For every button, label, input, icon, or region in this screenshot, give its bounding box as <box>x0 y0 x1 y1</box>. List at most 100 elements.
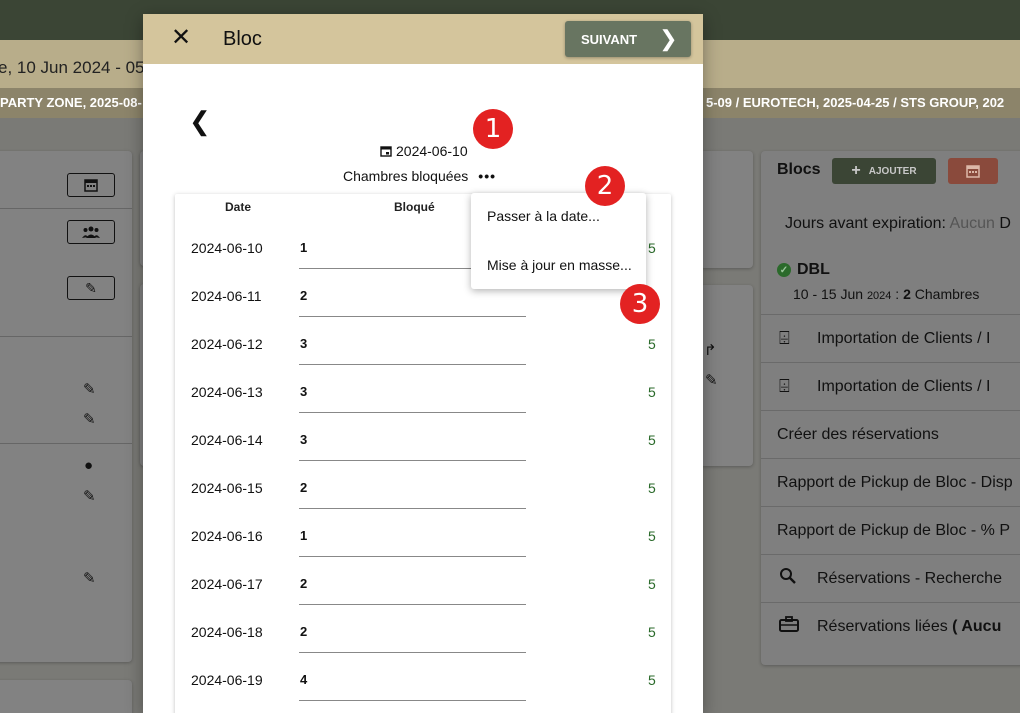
panel-row-reservations-search[interactable]: Réservations - Recherche <box>761 554 1020 602</box>
row-date: 2024-06-13 <box>191 384 263 400</box>
blocked-input[interactable]: 3 <box>300 384 307 399</box>
blocs-panel: Blocs + AJOUTER Jours avant expiration: … <box>761 151 1020 665</box>
panel-row-label: Créer des réservations <box>777 425 939 443</box>
forward-icon[interactable]: ↱ <box>704 341 717 359</box>
panel-row-label: Réservations liées ( Aucu <box>817 618 1001 636</box>
search-icon <box>761 567 817 590</box>
blocked-input[interactable]: 3 <box>300 432 307 447</box>
blocked-rooms-title: Chambres bloquées <box>343 168 469 184</box>
groups-right-text: 5-09 / EUROTECH, 2025-04-25 / STS GROUP,… <box>706 95 1005 110</box>
row-available: 5 <box>648 432 656 448</box>
pencil-icon[interactable]: ✎ <box>83 487 96 505</box>
range-year: 2024 <box>866 290 892 302</box>
linked-label: Réservations liées <box>817 617 953 635</box>
add-bloc-button[interactable]: + AJOUTER <box>832 158 936 184</box>
next-label: SUIVANT <box>581 31 638 47</box>
group-button[interactable] <box>67 220 115 244</box>
blocked-input[interactable]: 1 <box>300 240 307 255</box>
menu-item-goto-date[interactable]: Passer à la date... <box>487 208 600 224</box>
blocked-rooms-header: Chambres bloquées ••• <box>343 168 496 184</box>
calendar-icon <box>84 179 98 192</box>
input-underline <box>299 556 526 557</box>
table-row: 2024-06-12 3 5 <box>175 324 671 372</box>
input-underline <box>299 316 526 317</box>
calendar-icon <box>966 165 980 178</box>
room-type: ✓ DBL <box>777 261 830 279</box>
panel-row-import-1[interactable]: ⌹ Importation de Clients / I <box>761 314 1020 362</box>
more-options-icon[interactable]: ••• <box>478 168 496 184</box>
pencil-icon[interactable]: ✎ <box>83 380 96 398</box>
row-available: 5 <box>648 384 656 400</box>
plus-icon: + <box>851 162 861 179</box>
input-underline <box>299 652 526 653</box>
edit-button[interactable]: ✎ <box>67 276 115 300</box>
document-scan-icon: ⌹ <box>779 376 790 396</box>
row-available: 5 <box>648 240 656 256</box>
row-available: 5 <box>648 624 656 640</box>
pencil-icon[interactable]: ✎ <box>83 410 96 428</box>
blocked-input[interactable]: 4 <box>300 672 307 687</box>
middle-right-card: ↱ ✎ <box>700 285 753 466</box>
briefcase-icon <box>761 616 817 637</box>
input-underline <box>299 364 526 365</box>
back-arrow-icon[interactable]: ❮ <box>189 108 211 134</box>
blocked-input[interactable]: 2 <box>300 288 307 303</box>
calendar-button[interactable] <box>67 173 115 197</box>
range-text: 10 - 15 Jun 2024 : 2 Chambres <box>793 286 979 302</box>
divider <box>0 443 132 444</box>
input-underline <box>299 460 526 461</box>
chevron-right-icon: ❯ <box>659 26 678 51</box>
next-button[interactable]: SUIVANT ❯ <box>565 21 691 57</box>
input-underline <box>299 700 526 701</box>
document-scan-icon: ⌹ <box>779 328 790 348</box>
calendar-button[interactable] <box>948 158 998 184</box>
expiry-text: Jours avant expiration: Aucun D <box>785 215 1011 233</box>
range-count: 2 <box>903 286 911 302</box>
row-date: 2024-06-18 <box>191 624 263 640</box>
blocked-input[interactable]: 2 <box>300 480 307 495</box>
panel-row-import-2[interactable]: ⌹ Importation de Clients / I <box>761 362 1020 410</box>
calendar-icon <box>380 146 392 157</box>
blocs-title: Blocs <box>777 161 821 178</box>
divider <box>0 208 132 209</box>
table-row: 2024-06-13 3 5 <box>175 372 671 420</box>
left-card-bottom <box>0 680 132 713</box>
blocked-input[interactable]: 2 <box>300 576 307 591</box>
menu-item-bulk-update[interactable]: Mise à jour en masse... <box>487 257 632 273</box>
divider <box>0 336 132 337</box>
pencil-icon[interactable]: ✎ <box>83 569 96 587</box>
row-available: 5 <box>648 528 656 544</box>
blocked-input[interactable]: 3 <box>300 336 307 351</box>
person-icon[interactable]: ● <box>84 457 93 474</box>
expiry-value: Aucun <box>949 215 995 232</box>
panel-row-pickup-report-pct[interactable]: Rapport de Pickup de Bloc - % P <box>761 506 1020 554</box>
table-row: 2024-06-15 2 5 <box>175 468 671 516</box>
row-available: 5 <box>648 576 656 592</box>
column-header-blocked: Bloqué <box>394 200 435 214</box>
dialog-title: Bloc <box>223 28 262 50</box>
left-card: ✎ ✎ ✎ ● ✎ ✎ <box>0 151 132 662</box>
panel-row-label: Rapport de Pickup de Bloc - Disp <box>777 473 1013 491</box>
pencil-icon[interactable]: ✎ <box>705 371 718 389</box>
selected-date-text: 2024-06-10 <box>396 143 468 159</box>
linked-count: ( Aucu <box>952 617 1002 635</box>
range-unit: Chambres <box>910 286 980 302</box>
blocked-input[interactable]: 2 <box>300 624 307 639</box>
group-icon <box>82 226 100 238</box>
panel-row-create-reservations[interactable]: Créer des réservations <box>761 410 1020 458</box>
expiry-trail: D <box>999 215 1011 232</box>
panel-row-label: Réservations - Recherche <box>817 569 1002 587</box>
pencil-icon: ✎ <box>85 279 97 296</box>
column-header-date: Date <box>225 200 252 214</box>
row-available: 5 <box>648 336 656 352</box>
panel-row-linked-reservations[interactable]: Réservations liées ( Aucu <box>761 602 1020 650</box>
blocked-input[interactable]: 1 <box>300 528 307 543</box>
panel-row-label: Rapport de Pickup de Bloc - % P <box>777 521 1011 539</box>
panel-row-label: Importation de Clients / I <box>817 329 991 347</box>
check-circle-icon: ✓ <box>777 263 791 277</box>
annotation-badge: 2 <box>585 166 625 206</box>
range-sep: : <box>891 286 904 302</box>
panel-row-pickup-report-disp[interactable]: Rapport de Pickup de Bloc - Disp <box>761 458 1020 506</box>
close-icon[interactable]: ✕ <box>171 26 191 50</box>
annotation-badge: 1 <box>473 109 513 149</box>
